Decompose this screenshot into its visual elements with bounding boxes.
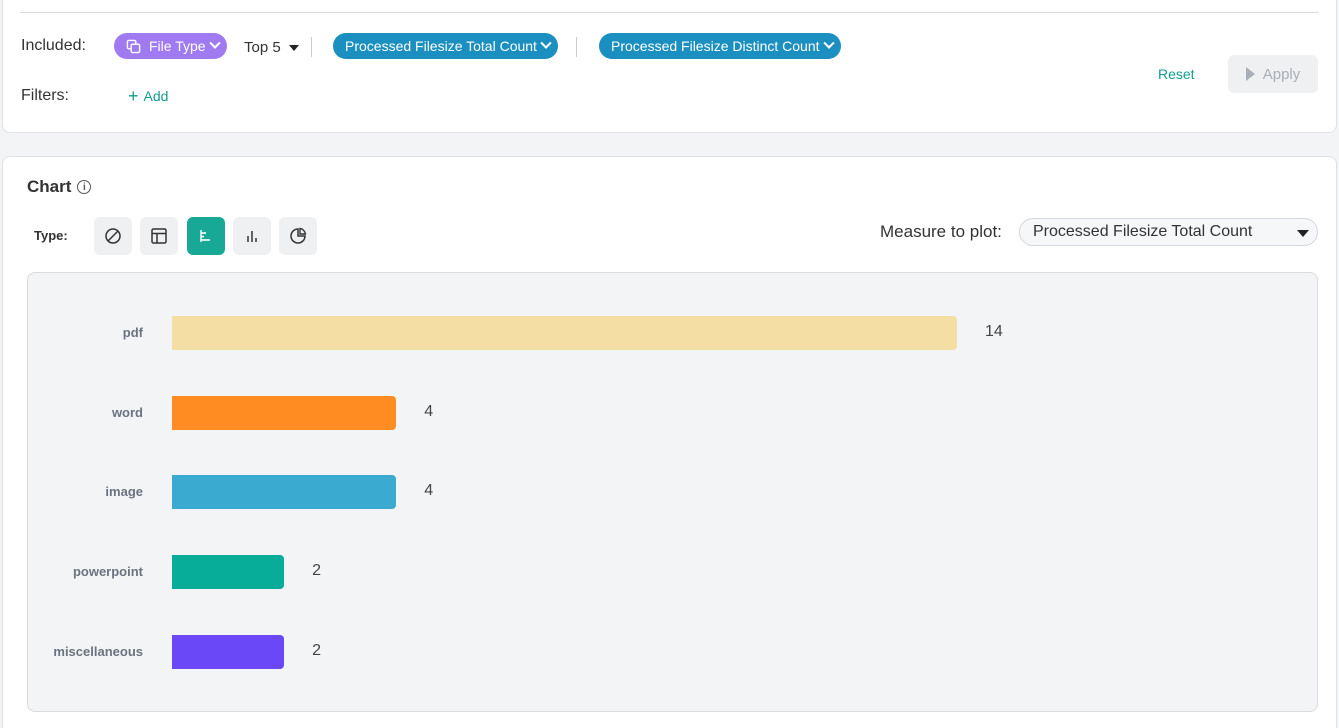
- divider: [20, 12, 1319, 13]
- horizontal-bar-chart-icon: [200, 230, 210, 242]
- play-icon: [1245, 67, 1255, 81]
- apply-button[interactable]: Apply: [1228, 55, 1318, 93]
- bar[interactable]: [172, 316, 957, 350]
- table-chart-icon: [151, 228, 167, 244]
- plus-icon: +: [128, 86, 139, 106]
- caret-down-icon: [1297, 230, 1309, 237]
- measure-pill-label: Processed Filesize Total Count: [345, 38, 537, 54]
- add-filter-label: Add: [143, 88, 169, 104]
- chart-type-vbar-button[interactable]: [233, 217, 271, 255]
- none-chart-icon: [105, 228, 121, 244]
- vertical-bar-chart-icon: [247, 231, 257, 242]
- bar-label: powerpoint: [72, 564, 143, 580]
- chevron-down-icon: [540, 37, 552, 49]
- chevron-down-icon: [208, 37, 221, 49]
- measure-select[interactable]: Processed Filesize Total Count: [1019, 218, 1318, 246]
- bar[interactable]: [172, 634, 285, 669]
- included-label: Included:: [21, 37, 86, 54]
- bar-value: 2: [312, 641, 322, 659]
- chart-title-text: Chart: [27, 177, 72, 196]
- filters-label: Filters:: [21, 87, 69, 104]
- add-filter-button[interactable]: + Add: [128, 86, 169, 106]
- bar-label: pdf: [122, 325, 143, 340]
- top-n-select[interactable]: Top 5: [244, 39, 299, 56]
- bar-label: word: [111, 404, 143, 420]
- bar-value: 4: [424, 402, 434, 420]
- chart-type-hbar-button[interactable]: [187, 217, 225, 255]
- bar-label: miscellaneous: [53, 643, 143, 659]
- measure-select-value: Processed Filesize Total Count: [1033, 223, 1253, 240]
- bar[interactable]: [172, 395, 397, 430]
- chart-type-none-button[interactable]: [94, 217, 132, 255]
- separator: [311, 37, 312, 57]
- copy-icon: [126, 39, 141, 53]
- bar[interactable]: [172, 475, 397, 510]
- filter-panel: [2, 0, 1337, 133]
- reset-button[interactable]: Reset: [1158, 66, 1195, 82]
- measure-pill-label: Processed Filesize Distinct Count: [611, 38, 820, 54]
- apply-label: Apply: [1262, 65, 1301, 83]
- chart-type-pie-button[interactable]: [279, 217, 317, 255]
- dimension-pill-label: File Type: [149, 38, 206, 54]
- bar-value: 14: [985, 323, 1003, 340]
- measure-label: Measure to plot:: [880, 222, 1002, 241]
- bar[interactable]: [172, 555, 285, 590]
- chart-type-table-button[interactable]: [140, 217, 178, 255]
- measure-pill-total[interactable]: Processed Filesize Total Count: [333, 33, 558, 59]
- pie-chart-icon: [290, 227, 307, 244]
- caret-down-icon: [288, 44, 299, 51]
- measure-pill-distinct[interactable]: Processed Filesize Distinct Count: [599, 33, 841, 59]
- type-label: Type:: [34, 228, 68, 243]
- bar-value: 4: [424, 482, 434, 500]
- info-icon[interactable]: i: [77, 180, 92, 194]
- dimension-pill[interactable]: File Type: [114, 33, 227, 59]
- chart-title: Chart i: [27, 177, 92, 197]
- chevron-down-icon: [822, 37, 835, 49]
- separator: [576, 37, 577, 57]
- top-n-value: Top 5: [244, 39, 281, 56]
- bar-value: 2: [312, 562, 322, 580]
- bar-label: image: [105, 484, 143, 500]
